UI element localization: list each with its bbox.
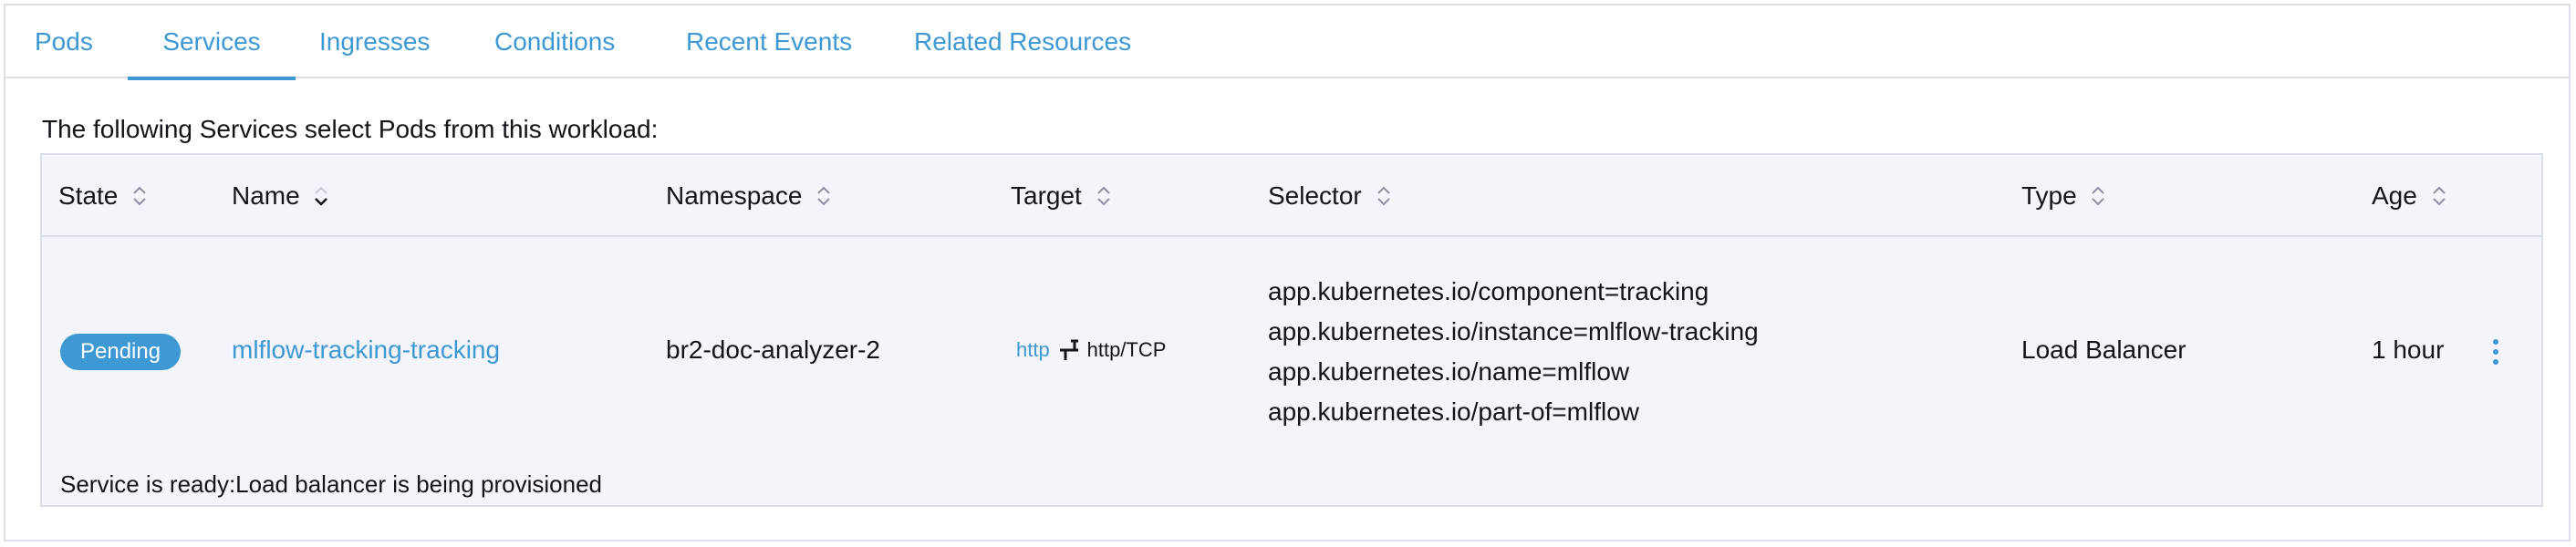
column-header-selector[interactable]: Selector <box>1268 155 1391 235</box>
tab-bar: Pods Services Ingresses Conditions Recen… <box>5 5 2569 80</box>
services-table: State Name Namespace Target Selector Typ… <box>40 153 2543 507</box>
tab-related-resources[interactable]: Related Resources <box>914 5 1131 77</box>
column-header-label: Type <box>2021 181 2077 210</box>
tab-conditions[interactable]: Conditions <box>494 5 615 77</box>
kebab-menu-icon[interactable] <box>2487 334 2505 370</box>
column-header-type[interactable]: Type <box>2021 155 2105 235</box>
sort-updown-icon <box>2432 186 2446 206</box>
age-value: 1 hour <box>2372 335 2445 364</box>
service-name-link[interactable]: mlflow-tracking-tracking <box>232 335 500 365</box>
column-header-label: State <box>58 181 119 210</box>
tab-ingresses[interactable]: Ingresses <box>319 5 430 77</box>
status-badge: Pending <box>60 334 182 370</box>
column-header-label: Namespace <box>666 181 803 210</box>
column-header-label: Selector <box>1268 181 1362 210</box>
service-type-value: Load Balancer <box>2021 335 2186 364</box>
selector-label: app.kubernetes.io/name=mlflow <box>1268 357 1630 386</box>
namespace-value: br2-doc-analyzer-2 <box>666 335 880 364</box>
sort-updown-icon <box>133 186 146 206</box>
column-header-target[interactable]: Target <box>1011 155 1111 235</box>
port-mapping-icon <box>1060 339 1079 360</box>
selector-list: app.kubernetes.io/component=tracking app… <box>1268 272 1759 432</box>
selector-label: app.kubernetes.io/part-of=mlflow <box>1268 397 1639 426</box>
sort-updown-icon <box>2092 186 2105 206</box>
column-header-label: Age <box>2372 181 2417 210</box>
target-value: http http/TCP <box>1016 337 1166 363</box>
tab-services[interactable]: Services <box>128 5 296 80</box>
column-header-age[interactable]: Age <box>2372 155 2446 235</box>
column-header-label: Target <box>1011 181 1082 210</box>
target-port-value: http/TCP <box>1086 338 1167 361</box>
selector-label: app.kubernetes.io/component=tracking <box>1268 277 1709 305</box>
sort-updown-icon <box>1096 186 1110 206</box>
table-header: State Name Namespace Target Selector Typ… <box>42 155 2541 237</box>
sort-updown-icon <box>1376 186 1390 206</box>
column-header-label: Name <box>232 181 300 210</box>
selector-label: app.kubernetes.io/instance=mlflow-tracki… <box>1268 317 1759 346</box>
column-header-state[interactable]: State <box>58 155 147 235</box>
services-intro-text: The following Services select Pods from … <box>42 115 659 143</box>
tab-pods[interactable]: Pods <box>35 5 93 77</box>
sort-down-icon <box>315 186 328 206</box>
workload-detail-panel: Pods Services Ingresses Conditions Recen… <box>4 4 2571 542</box>
column-header-namespace[interactable]: Namespace <box>666 155 831 235</box>
tab-recent-events[interactable]: Recent Events <box>686 5 852 77</box>
sort-updown-icon <box>817 186 830 206</box>
target-protocol-link[interactable]: http <box>1016 338 1050 361</box>
column-header-name[interactable]: Name <box>232 155 328 235</box>
status-message: Service is ready:Load balancer is being … <box>60 470 603 498</box>
